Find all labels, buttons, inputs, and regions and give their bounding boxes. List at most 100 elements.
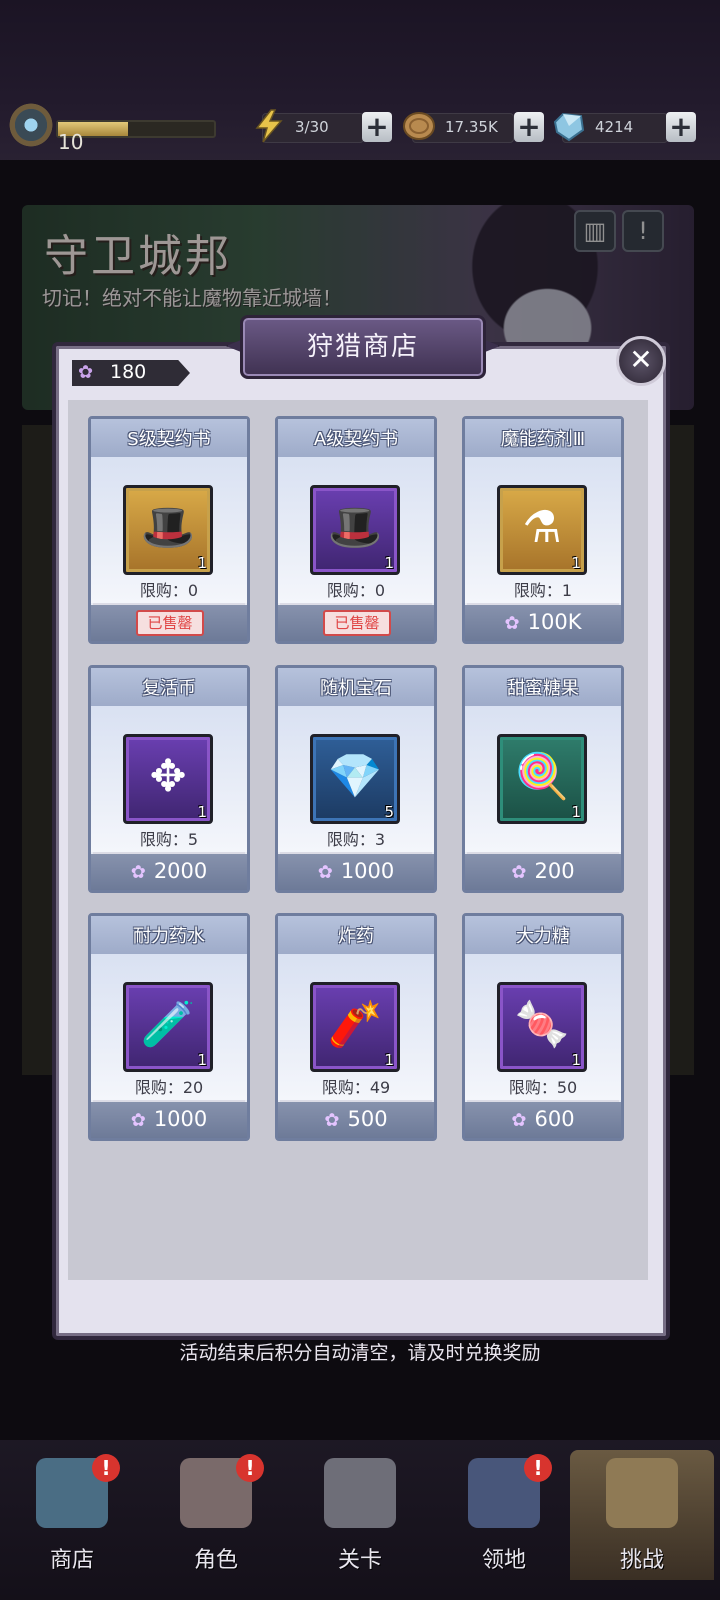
- crossed-swords-icon: [324, 1458, 396, 1528]
- flower-icon: ✿: [511, 1110, 527, 1131]
- flower-icon: ✿: [78, 362, 94, 383]
- scroll-map-icon: [606, 1458, 678, 1528]
- shop-item-card[interactable]: S级契约书 🎩 1 限购：0 已售罄: [88, 416, 250, 644]
- item-quantity: 1: [571, 803, 581, 821]
- purchase-limit: 限购：0: [326, 581, 386, 600]
- sold-out-badge: 已售罄: [323, 610, 391, 636]
- flower-icon: ✿: [511, 862, 527, 883]
- item-quantity: 5: [384, 803, 394, 821]
- item-name: 复活币: [142, 678, 196, 699]
- notification-badge: !: [524, 1454, 552, 1482]
- nav-label: 关卡: [337, 1548, 382, 1573]
- coins-value: 17.35K: [445, 118, 498, 136]
- points-display: ✿ 180: [72, 360, 190, 386]
- level-emblem-icon[interactable]: [6, 100, 56, 150]
- coin-icon: [403, 112, 435, 140]
- notification-badge: !: [92, 1454, 120, 1482]
- purchase-limit: 限购：5: [139, 830, 199, 849]
- purchase-limit: 限购：20: [134, 1078, 204, 1097]
- item-name: 炸药: [338, 926, 374, 947]
- shop-item-card[interactable]: 耐力药水 🧪 1 限购：20 ✿ 1000: [88, 913, 250, 1141]
- lollipop-icon: 🍭 1: [497, 734, 587, 824]
- shop-item-card[interactable]: 炸药 🧨 1 限购：49 ✿ 500: [275, 913, 437, 1141]
- gem-icon: [553, 112, 585, 142]
- purchase-limit: 限购：49: [321, 1078, 391, 1097]
- a-witch-hat-icon: 🎩 1: [310, 485, 400, 575]
- player-level: 10: [58, 130, 84, 154]
- item-price: 600: [534, 1107, 575, 1131]
- shop-title: 狩猎商店: [306, 332, 419, 362]
- close-button[interactable]: ✕: [616, 336, 666, 386]
- buy-button[interactable]: ✿ 1000: [91, 1107, 247, 1131]
- buy-button[interactable]: ✿ 2000: [91, 859, 247, 883]
- shop-item-card[interactable]: 随机宝石 💎 5 限购：3 ✿ 1000: [275, 665, 437, 893]
- shop-item-card[interactable]: 魔能药剂Ⅲ ⚗ 1 限购：1 ✿ 100K: [462, 416, 624, 644]
- nav-label: 领地: [481, 1548, 526, 1573]
- energy-display: 3/30: [255, 109, 364, 143]
- nav-item[interactable]: ! 角色: [144, 1450, 288, 1580]
- item-name: 耐力药水: [133, 926, 205, 947]
- coins-display: 17.35K: [403, 112, 514, 143]
- item-name: 大力糖: [516, 926, 570, 947]
- item-quantity: 1: [197, 1051, 207, 1069]
- gems-display: 4214: [553, 112, 668, 143]
- item-quantity: 1: [384, 1051, 394, 1069]
- item-name: S级契约书: [127, 429, 211, 450]
- item-price: 1000: [340, 859, 395, 883]
- buy-button[interactable]: ✿ 1000: [278, 859, 434, 883]
- nav-item[interactable]: 关卡: [288, 1450, 432, 1580]
- flower-icon: ✿: [317, 862, 333, 883]
- nav-label: 商店: [49, 1548, 94, 1573]
- purchase-limit: 限购：3: [326, 830, 386, 849]
- revive-coin-icon: ✥ 1: [123, 734, 213, 824]
- purchase-limit: 限购：1: [513, 581, 573, 600]
- item-name: A级契约书: [313, 429, 399, 450]
- item-quantity: 1: [571, 554, 581, 572]
- item-name: 魔能药剂Ⅲ: [500, 429, 586, 450]
- shop-item-card[interactable]: 复活币 ✥ 1 限购：5 ✿ 2000: [88, 665, 250, 893]
- shop-item-card[interactable]: 大力糖 🍬 1 限购：50 ✿ 600: [462, 913, 624, 1141]
- s-witch-hat-icon: 🎩 1: [123, 485, 213, 575]
- sold-out-badge: 已售罄: [136, 610, 204, 636]
- buy-button[interactable]: ✿ 500: [278, 1107, 434, 1131]
- add-coins-button[interactable]: +: [514, 112, 544, 142]
- nav-item[interactable]: ! 商店: [0, 1450, 144, 1580]
- buy-button[interactable]: ✿ 100K: [465, 610, 621, 634]
- energy-value: 3/30: [295, 118, 329, 136]
- add-gems-button[interactable]: +: [666, 112, 696, 142]
- item-quantity: 1: [571, 1051, 581, 1069]
- item-price: 1000: [153, 1107, 208, 1131]
- nav-label: 角色: [193, 1548, 238, 1573]
- buy-button[interactable]: ✿ 600: [465, 1107, 621, 1131]
- add-energy-button[interactable]: +: [362, 112, 392, 142]
- item-price: 2000: [153, 859, 208, 883]
- shop-title-plate: 狩猎商店: [240, 315, 486, 379]
- item-quantity: 1: [384, 554, 394, 572]
- flower-icon: ✿: [130, 862, 146, 883]
- item-price: 200: [534, 859, 575, 883]
- item-name: 甜蜜糖果: [507, 678, 579, 699]
- footer-note: 活动结束后积分自动清空，请及时兑换奖励: [179, 1342, 541, 1364]
- item-price: 100K: [527, 610, 582, 634]
- shop-item-card[interactable]: 甜蜜糖果 🍭 1 ✿ 200: [462, 665, 624, 893]
- potion-bottle-icon: ⚗ 1: [497, 485, 587, 575]
- shop-item-card[interactable]: A级契约书 🎩 1 限购：0 已售罄: [275, 416, 437, 644]
- gem-bag-icon: 💎 5: [310, 734, 400, 824]
- notification-badge: !: [236, 1454, 264, 1482]
- lightning-icon: [255, 109, 283, 143]
- nav-item[interactable]: 挑战: [570, 1450, 714, 1580]
- gems-value: 4214: [595, 118, 634, 136]
- points-value: 180: [110, 361, 147, 383]
- stamina-potion-icon: 🧪 1: [123, 982, 213, 1072]
- nav-item[interactable]: ! 领地: [432, 1450, 576, 1580]
- buy-button[interactable]: ✿ 200: [465, 859, 621, 883]
- flower-icon: ✿: [130, 1110, 146, 1131]
- item-quantity: 1: [197, 803, 207, 821]
- purchase-limit: 限购：0: [139, 581, 199, 600]
- flower-icon: ✿: [324, 1110, 340, 1131]
- item-quantity: 1: [197, 554, 207, 572]
- dynamite-icon: 🧨 1: [310, 982, 400, 1072]
- item-name: 随机宝石: [320, 678, 392, 699]
- candy-icon: 🍬 1: [497, 982, 587, 1072]
- flower-icon: ✿: [504, 613, 520, 634]
